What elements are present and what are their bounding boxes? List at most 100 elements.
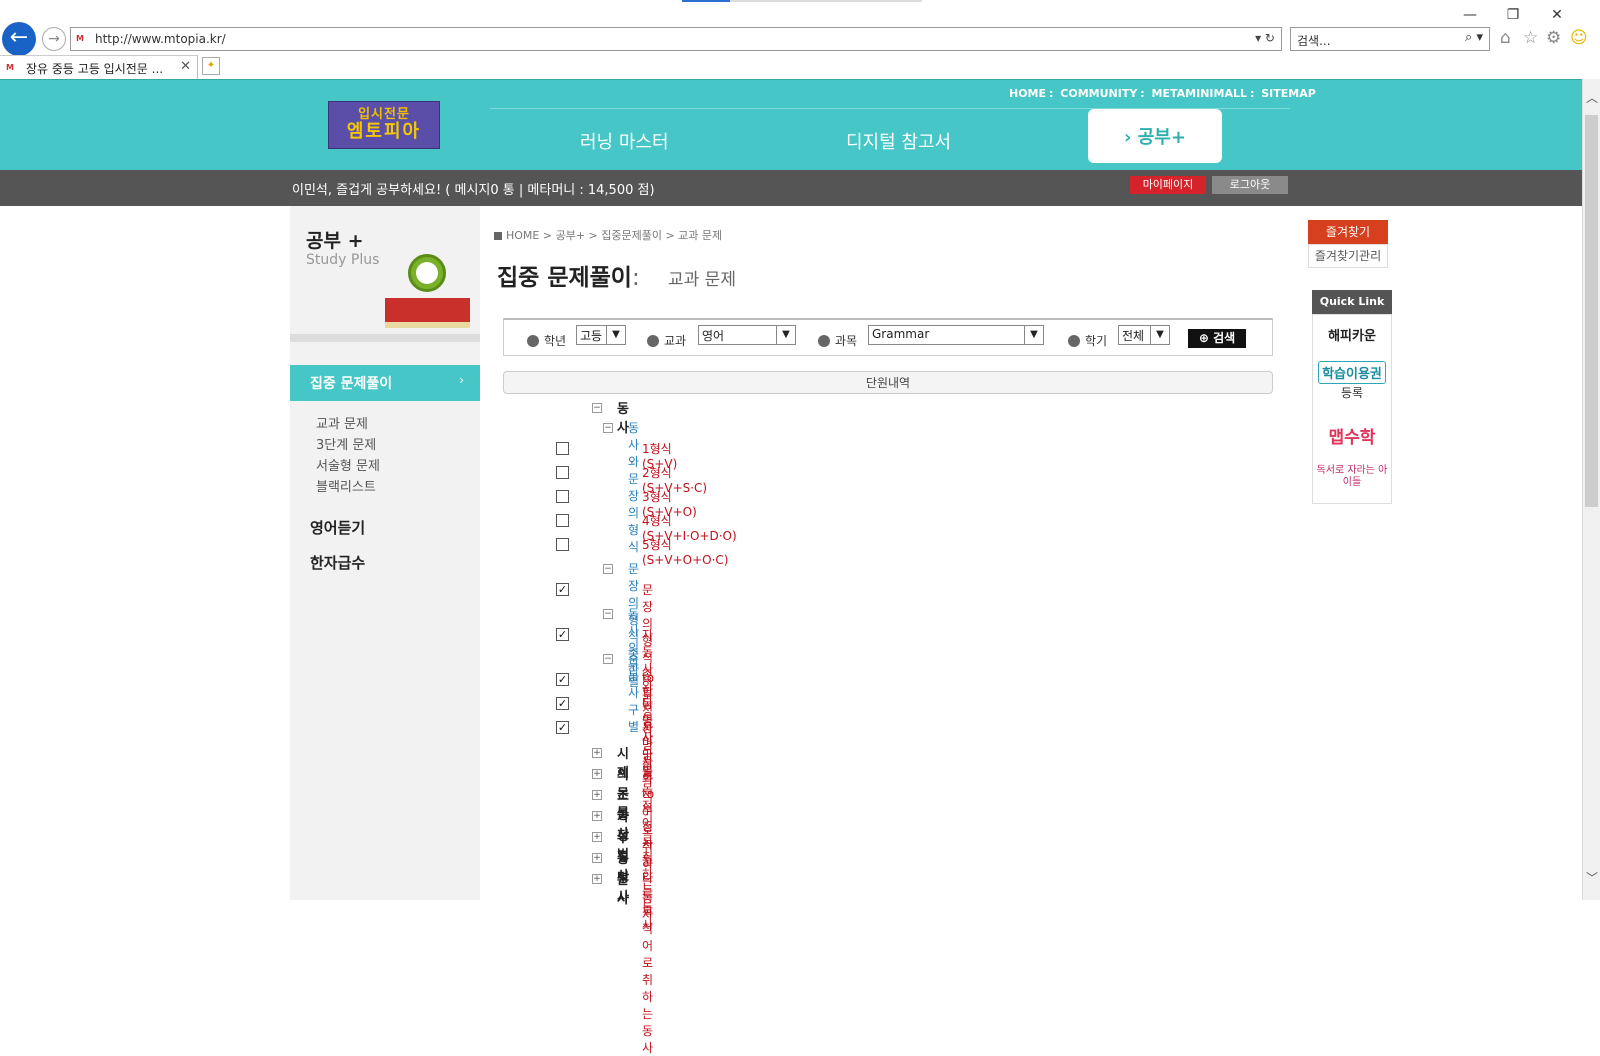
collapse-icon[interactable]: −: [592, 403, 602, 413]
search-input[interactable]: 검색... ⌕ ▾: [1290, 27, 1490, 51]
home-icon[interactable]: ⌂: [1500, 28, 1511, 48]
expand-icon[interactable]: +: [592, 769, 602, 779]
alarm-clock-icon: [408, 254, 446, 292]
address-bar[interactable]: M http://www.mtopia.kr/ ▾ ↻: [70, 27, 1282, 51]
tree-checkbox[interactable]: [556, 538, 569, 551]
tree-item[interactable]: 동명사와 to부정사 둘 다를 목적어로 취하는 동사: [642, 719, 654, 1056]
subject-select[interactable]: 영어 ▼: [698, 325, 796, 345]
tree-group[interactable]: 준동사구별: [628, 650, 639, 735]
mypage-button[interactable]: 마이페이지: [1130, 176, 1206, 194]
sidebar-item-listening[interactable]: 영어듣기: [310, 517, 365, 538]
course-select[interactable]: Grammar ▼: [868, 325, 1044, 345]
page-title-colon: :: [631, 265, 640, 291]
chevron-down-icon: ▼: [1024, 326, 1043, 344]
sidebar-sub-textbook[interactable]: 교과 문제: [316, 413, 368, 432]
search-button[interactable]: ⊕ 검색: [1188, 329, 1246, 348]
tree-checkbox[interactable]: ✓: [556, 628, 569, 641]
tree-node[interactable]: 분사: [617, 869, 629, 907]
gear-icon[interactable]: ⚙: [1546, 28, 1561, 48]
chevron-right-icon: ›: [459, 373, 464, 387]
site-header: 입시전문 엠토피아 HOME: COMMUNITY: METAMINIMALL:…: [0, 79, 1582, 171]
forward-button[interactable]: →: [42, 27, 66, 51]
collapse-icon[interactable]: −: [603, 564, 613, 574]
scroll-down-icon[interactable]: ﹀: [1586, 869, 1598, 886]
tree-checkbox[interactable]: ✓: [556, 697, 569, 710]
sidebar-divider: [290, 334, 480, 342]
subject-value: 영어: [702, 329, 725, 343]
refresh-icon[interactable]: ▾ ↻: [1255, 31, 1275, 45]
subject-label-text: 교과: [664, 334, 687, 348]
tree-checkbox[interactable]: [556, 442, 569, 455]
star-icon[interactable]: ☆: [1523, 28, 1538, 48]
close-icon[interactable]: ✕: [1542, 4, 1572, 26]
reading-link[interactable]: 독서로 자라는 아이들: [1313, 465, 1391, 489]
tree-group[interactable]: 동사와문장의형식: [628, 419, 639, 555]
smiley-icon[interactable]: ☺: [1570, 28, 1588, 48]
expand-icon[interactable]: +: [592, 853, 602, 863]
grade-select[interactable]: 고등 ▼: [576, 325, 626, 345]
nav-study-plus-label: › 공부+: [1124, 127, 1186, 148]
tab-close-icon[interactable]: ✕: [180, 59, 191, 74]
happycount-link[interactable]: 해피카운: [1313, 325, 1391, 344]
nav-digital-reference[interactable]: 디지털 참고서: [846, 128, 951, 154]
toplink-metaminimall[interactable]: METAMINIMALL: [1152, 87, 1247, 100]
sidebar-item-focus-practice[interactable]: 집중 문제풀이 ›: [290, 365, 480, 401]
page-scrollbar[interactable]: ︿ ﹀: [1582, 79, 1600, 900]
sidebar-sub-3step[interactable]: 3단계 문제: [316, 434, 376, 453]
favorites-manage-link[interactable]: 즐겨찾기관리: [1308, 244, 1388, 268]
toplink-sitemap[interactable]: SITEMAP: [1261, 87, 1316, 100]
tree-checkbox[interactable]: [556, 490, 569, 503]
quick-link-header: Quick Link: [1312, 290, 1392, 314]
chevron-down-icon: ▼: [776, 326, 795, 344]
quick-link-panel: 해피카운 학습이용권 등록 맵수학 독서로 자라는 아이들: [1312, 314, 1392, 504]
tree-item[interactable]: 5형식(S+V+O+O·C): [642, 536, 728, 567]
tab-title: 장유 중등 고등 입시전문 ...: [26, 62, 164, 76]
expand-icon[interactable]: +: [592, 811, 602, 821]
tree-checkbox[interactable]: [556, 514, 569, 527]
tree-checkbox[interactable]: ✓: [556, 721, 569, 734]
study-pass-label: 학습이용권: [1318, 361, 1386, 384]
course-value: Grammar: [872, 327, 930, 341]
study-pass-link[interactable]: 학습이용권 등록: [1313, 361, 1391, 401]
grade-label: 학년: [527, 332, 566, 349]
sidebar-item-hanja[interactable]: 한자급수: [310, 552, 365, 573]
expand-icon[interactable]: +: [592, 832, 602, 842]
new-tab-icon[interactable]: ✦: [202, 57, 220, 75]
collapse-icon[interactable]: −: [603, 654, 613, 664]
bullet-icon: [647, 335, 659, 347]
tree-checkbox[interactable]: [556, 466, 569, 479]
toplink-community[interactable]: COMMUNITY: [1060, 87, 1137, 100]
study-pass-sub: 등록: [1340, 386, 1364, 400]
bullet-icon: [527, 335, 539, 347]
math-brand-link[interactable]: 맵수학: [1313, 423, 1391, 448]
semester-select[interactable]: 전체 ▼: [1118, 325, 1170, 345]
back-button[interactable]: ←: [2, 22, 36, 56]
scrollbar-thumb[interactable]: [1585, 115, 1598, 507]
browser-tab[interactable]: M 장유 중등 고등 입시전문 ... ✕: [0, 55, 198, 79]
course-label: 과목: [818, 332, 857, 349]
nav-learning-master[interactable]: 러닝 마스터: [580, 128, 669, 154]
site-logo[interactable]: 입시전문 엠토피아: [328, 101, 440, 149]
subject-label: 교과: [647, 332, 686, 349]
collapse-icon[interactable]: −: [603, 609, 613, 619]
tree-checkbox[interactable]: ✓: [556, 673, 569, 686]
logout-button[interactable]: 로그아웃: [1212, 176, 1288, 194]
tree-checkbox[interactable]: ✓: [556, 583, 569, 596]
restore-icon[interactable]: ❐: [1498, 4, 1528, 26]
expand-icon[interactable]: +: [592, 874, 602, 884]
expand-icon[interactable]: +: [592, 748, 602, 758]
sidebar-subtitle: Study Plus: [306, 252, 380, 268]
favorites-button[interactable]: 즐겨찾기: [1308, 220, 1388, 244]
minimize-icon[interactable]: —: [1455, 4, 1485, 26]
search-icon[interactable]: ⌕ ▾: [1465, 30, 1483, 45]
collapse-icon[interactable]: −: [603, 423, 613, 433]
nav-study-plus[interactable]: › 공부+: [1088, 109, 1222, 163]
scroll-up-icon[interactable]: ︿: [1586, 89, 1598, 106]
sidebar-sub-blacklist[interactable]: 블랙리스트: [316, 476, 376, 495]
top-links: HOME: COMMUNITY: METAMINIMALL: SITEMAP: [1009, 87, 1316, 100]
semester-label-text: 학기: [1085, 334, 1108, 348]
site-favicon: M: [76, 34, 84, 43]
toplink-home[interactable]: HOME: [1009, 87, 1046, 100]
sidebar-sub-essay[interactable]: 서술형 문제: [316, 455, 380, 474]
expand-icon[interactable]: +: [592, 790, 602, 800]
